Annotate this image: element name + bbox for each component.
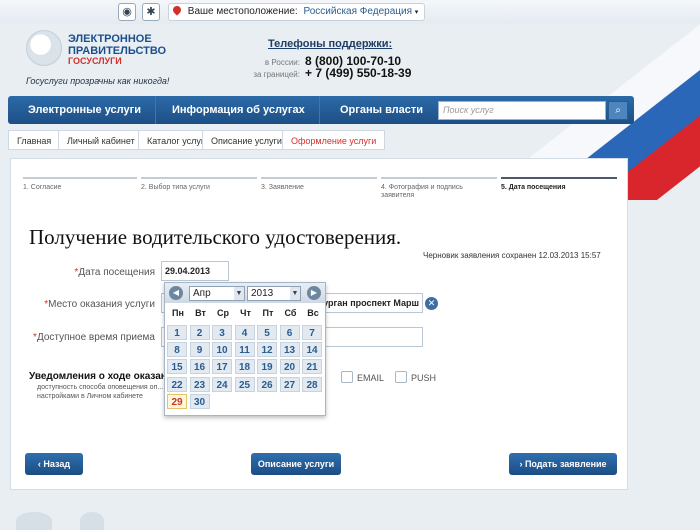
calendar-day[interactable]: 5 (257, 325, 277, 340)
nav-item-authorities[interactable]: Органы власти (326, 96, 437, 124)
notifications-title: Уведомления о ходе оказания (29, 371, 179, 382)
calendar-day[interactable]: 30 (189, 393, 210, 409)
date-picker: ◀ Апр ▼ 2013 ▼ ▶ Пн Вт Ср Чт Пт Сб Вс 1 2 3 4 5 6 7 8 9 10… (164, 282, 326, 416)
calendar-day[interactable]: 2 (189, 325, 210, 340)
month-select[interactable]: Апр ▼ (189, 286, 245, 301)
year-select[interactable]: 2013 ▼ (247, 286, 301, 301)
calendar-day[interactable]: 27 (279, 376, 300, 392)
calendar-day[interactable]: 17 (212, 359, 232, 375)
location-pin-icon (171, 4, 183, 16)
location-selector[interactable]: Ваше местоположение: Российская Федераци… (168, 3, 426, 21)
calendar-day[interactable]: 3 (212, 325, 232, 340)
calendar-day[interactable]: 18 (234, 359, 255, 375)
chevron-down-icon: ▼ (234, 287, 244, 300)
email-label: EMAIL (357, 373, 385, 383)
logo-text-line1: ЭЛЕКТРОННОЕ (68, 33, 152, 45)
draft-status: Черновик заявления сохранен 12.03.2013 1… (423, 251, 601, 260)
calendar-day[interactable]: 4 (234, 325, 255, 340)
eye-icon[interactable]: ◉ (118, 3, 136, 21)
calendar-day[interactable]: 19 (257, 359, 277, 375)
submit-application-button[interactable]: › Подать заявление (509, 453, 617, 475)
calendar-day[interactable]: 21 (302, 359, 322, 375)
calendar-day[interactable]: 7 (302, 325, 322, 340)
search-input[interactable]: Поиск услуг (438, 101, 606, 120)
calendar-day[interactable]: 15 (167, 359, 187, 375)
calendar-day[interactable]: 11 (234, 342, 255, 358)
prev-month-icon[interactable]: ◀ (169, 286, 183, 300)
calendar-day[interactable]: 20 (279, 359, 300, 375)
weekday-header: Пт (262, 308, 274, 318)
email-checkbox[interactable] (341, 371, 353, 383)
footer-logo-icon (80, 512, 104, 530)
push-label: PUSH (411, 373, 437, 383)
visit-date-field[interactable]: 29.04.2013 (161, 261, 229, 281)
step-5: 5. Дата посещения (501, 177, 617, 199)
calendar-day[interactable]: 25 (234, 376, 255, 392)
calendar-day[interactable]: 12 (257, 342, 277, 358)
calendar-day[interactable]: 16 (189, 359, 210, 375)
russia-phone-label: в России: (264, 58, 300, 67)
breadcrumb-current: Оформление услуги (282, 130, 386, 150)
nav-item-services-info[interactable]: Информация об услугах (158, 96, 320, 124)
tagline: Госуслуги прозрачны как никогда! (26, 76, 170, 86)
page-title: Получение водительского удостоверения. (29, 225, 402, 249)
calendar-day[interactable]: 6 (279, 325, 300, 340)
calendar-day[interactable]: 23 (189, 376, 210, 392)
calendar-day[interactable]: 9 (189, 342, 210, 358)
search-icon[interactable]: ⌕ (608, 101, 628, 120)
calendar-day[interactable]: 28 (302, 376, 322, 392)
push-checkbox[interactable] (395, 371, 407, 383)
step-1: 1. Согласие (23, 177, 137, 199)
calendar-day[interactable]: 8 (167, 342, 187, 358)
calendar-day[interactable]: 26 (257, 376, 277, 392)
back-button[interactable]: ‹ Назад (25, 453, 83, 475)
weekday-header: Ср (217, 308, 229, 318)
step-4: 4. Фотография и подпись заявителя (381, 177, 497, 199)
calendar-day[interactable]: 13 (279, 342, 300, 358)
service-place-label: *Место оказания услуги (44, 299, 155, 310)
abroad-phone-label: за границей: (253, 70, 300, 79)
calendar-day[interactable]: 29 (167, 393, 187, 409)
calendar-day[interactable]: 24 (212, 376, 232, 392)
weekday-header: Вт (195, 308, 206, 318)
location-value[interactable]: Российская Федерация (303, 6, 412, 17)
weekday-header: Пн (172, 308, 184, 318)
calendar-day[interactable]: 22 (167, 376, 187, 392)
next-month-icon[interactable]: ▶ (307, 286, 321, 300)
abroad-phone-number: + 7 (499) 550-18-39 (305, 66, 412, 80)
weekday-header: Сб (284, 308, 297, 318)
calendar-day[interactable]: 1 (167, 325, 187, 340)
time-label: *Доступное время приема (33, 332, 155, 343)
gosuslugi-logo[interactable] (26, 30, 62, 66)
breadcrumb-home[interactable]: Главная (8, 130, 61, 150)
weekday-header: Чт (240, 308, 251, 318)
visit-date-label: *Дата посещения (74, 267, 155, 278)
weekday-header: Вс (307, 308, 319, 318)
clear-icon[interactable]: ✕ (425, 297, 438, 310)
notifications-description: доступность способа оповещения оп... нас… (37, 384, 164, 400)
service-description-button[interactable]: Описание услуги (251, 453, 341, 475)
chevron-down-icon: ▼ (290, 287, 300, 300)
nav-item-electronic-services[interactable]: Электронные услуги (14, 96, 156, 124)
location-label: Ваше местоположение: (187, 6, 298, 17)
date-picker-header: ◀ Апр ▼ 2013 ▼ ▶ (165, 283, 325, 303)
compass-icon[interactable]: ✱ (142, 3, 160, 21)
support-phones-title[interactable]: Телефоны поддержки: (268, 38, 392, 50)
breadcrumb-service-description[interactable]: Описание услуги (202, 130, 291, 150)
step-3: 3. Заявление (261, 177, 377, 199)
calendar-day[interactable]: 14 (302, 342, 322, 358)
breadcrumb-personal-cabinet[interactable]: Личный кабинет (58, 130, 144, 150)
logo-text-line3: ГОСУСЛУГИ (68, 56, 122, 66)
chevron-down-icon: ▾ (414, 9, 419, 16)
coat-of-arms-icon (16, 512, 52, 530)
step-2: 2. Выбор типа услуги (141, 177, 257, 199)
calendar-day[interactable]: 10 (212, 342, 232, 358)
